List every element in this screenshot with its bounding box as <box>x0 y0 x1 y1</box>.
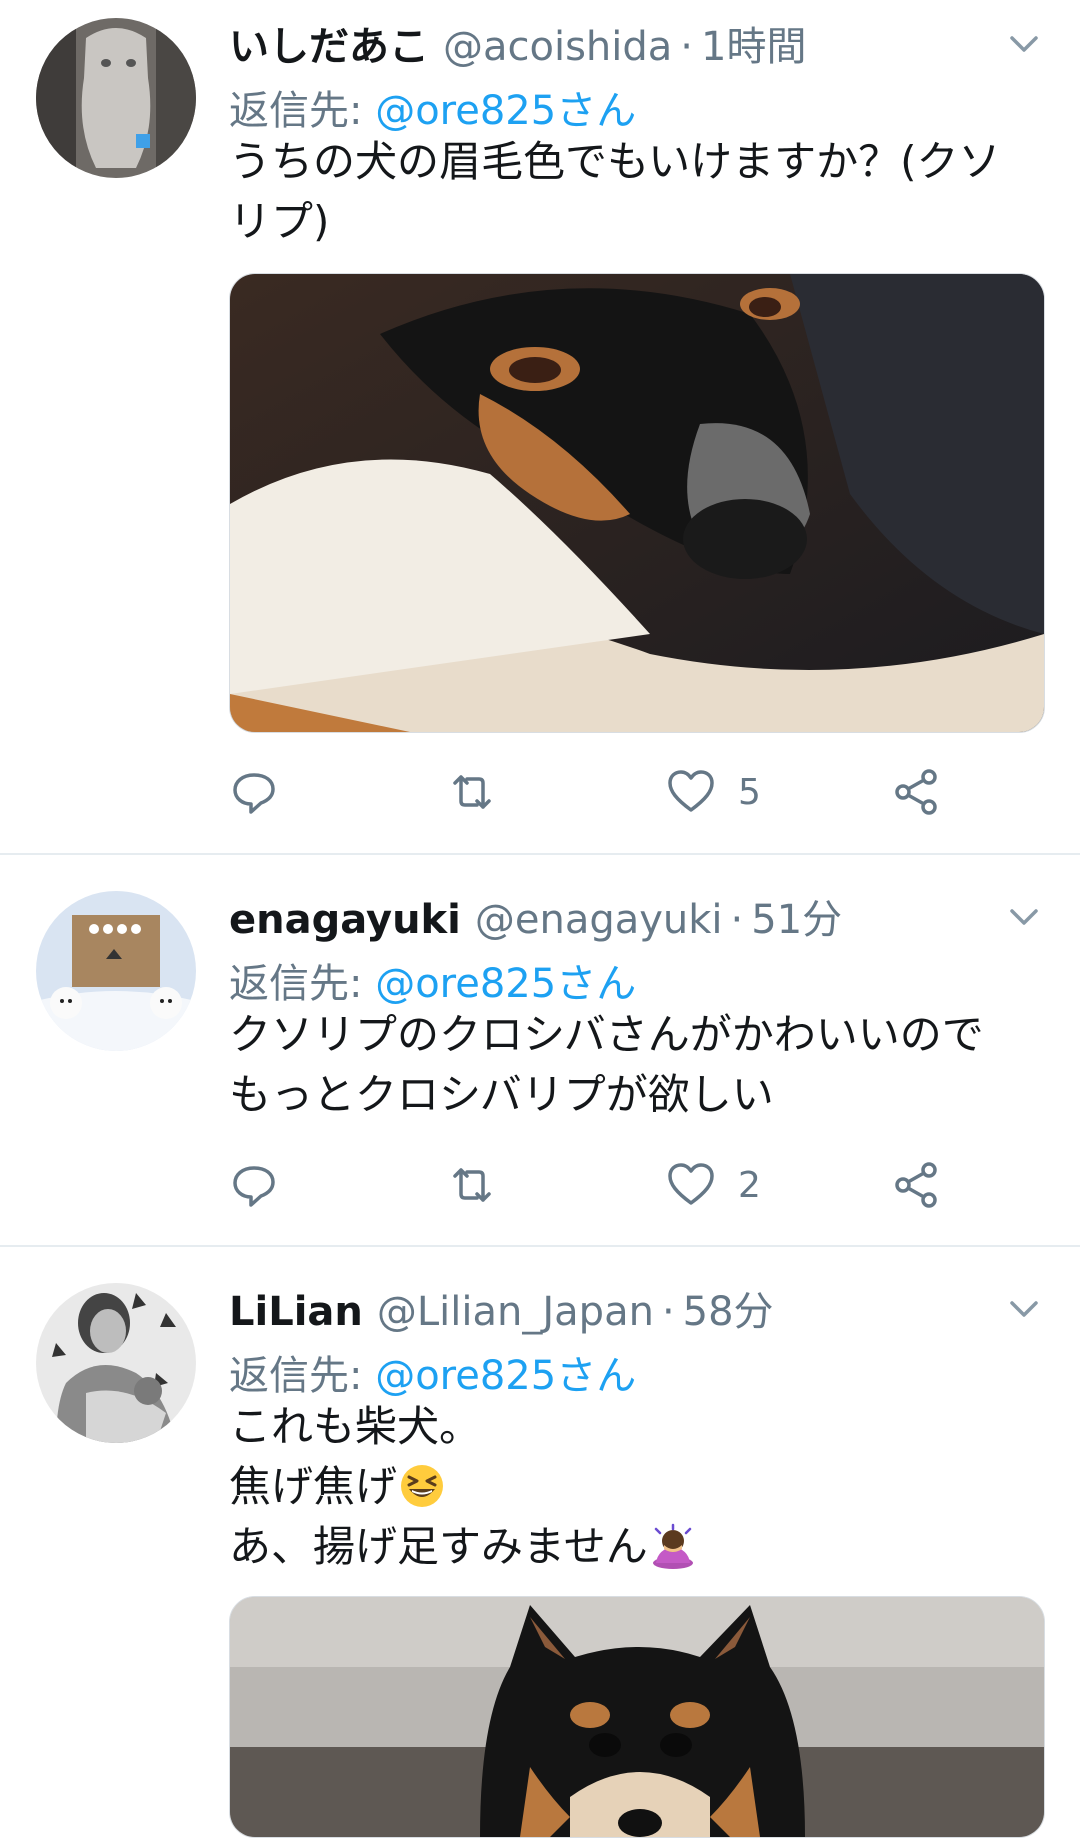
reply-mention-link[interactable]: @ore825さん <box>375 961 636 1007</box>
timestamp[interactable]: 58分 <box>683 1279 774 1337</box>
person-bowing-emoji <box>652 1523 693 1569</box>
tweet-text-line: これも柴犬。 <box>229 1402 482 1451</box>
avatar[interactable] <box>36 891 196 1051</box>
tweet-text: うちの犬の眉毛色でもいけますか？(クソ リプ) <box>229 132 1029 252</box>
chevron-down-icon[interactable] <box>1006 899 1042 935</box>
heart-icon <box>668 1163 714 1205</box>
tweet-text-line: リプ) <box>229 197 330 246</box>
tweet-header: LiLian @Lilian_Japan · 58分 <box>229 1279 774 1335</box>
separator-dot: · <box>730 897 744 943</box>
reply-button[interactable] <box>229 1155 279 1215</box>
reply-context: 返信先: @ore825さん <box>229 1343 636 1401</box>
timestamp[interactable]: 1時間 <box>701 14 806 72</box>
tweet-text-line: あ、揚げ足すみません <box>229 1517 1029 1577</box>
share-icon <box>895 769 937 815</box>
display-name[interactable]: enagayuki <box>229 897 461 943</box>
tweet-divider <box>0 1245 1080 1247</box>
user-handle[interactable]: @enagayuki <box>475 897 723 943</box>
like-button[interactable]: 5 <box>666 762 761 822</box>
tweet-photo[interactable] <box>229 1596 1045 1838</box>
grinning-squinting-face-emoji <box>401 1465 444 1507</box>
retweet-icon <box>453 1168 491 1202</box>
share-button[interactable] <box>891 1155 941 1215</box>
display-name[interactable]: LiLian <box>229 1289 363 1335</box>
share-icon <box>895 1162 937 1208</box>
reply-prefix: 返信先: <box>229 1353 376 1399</box>
tweet-text-line: もっとクロシバリプが欲しい <box>229 1070 774 1119</box>
tweet-text: これも柴犬。 焦げ焦げ あ、揚げ足すみません <box>229 1397 1029 1577</box>
reply-context: 返信先: @ore825さん <box>229 78 636 136</box>
reply-context: 返信先: @ore825さん <box>229 951 636 1009</box>
tweet-text-line: うちの犬の眉毛色でもいけますか？(クソ <box>229 137 1001 186</box>
heart-icon <box>668 770 714 812</box>
reply-prefix: 返信先: <box>229 88 376 134</box>
tweet-3[interactable]: LiLian @Lilian_Japan · 58分 返信先: @ore825さ… <box>0 1265 1080 1838</box>
user-handle[interactable]: @Lilian_Japan <box>377 1289 654 1335</box>
retweet-icon <box>453 775 491 809</box>
chevron-down-icon[interactable] <box>1006 26 1042 62</box>
timestamp[interactable]: 51分 <box>751 887 842 945</box>
like-count: 5 <box>738 771 761 813</box>
like-button[interactable]: 2 <box>666 1155 761 1215</box>
display-name[interactable]: いしだあこ <box>229 14 429 72</box>
tweet-1[interactable]: いしだあこ @acoishida · 1時間 返信先: @ore825さん うち… <box>0 0 1080 854</box>
tweet-text-segment: 焦げ焦げ <box>229 1462 398 1511</box>
separator-dot: · <box>661 1289 675 1335</box>
tweet-text-line: 焦げ焦げ <box>229 1457 1029 1517</box>
tweet-actions: 5 <box>229 762 989 822</box>
tweet-photo[interactable] <box>229 273 1045 733</box>
tweet-2[interactable]: enagayuki @enagayuki · 51分 返信先: @ore825さ… <box>0 873 1080 1245</box>
tweet-divider <box>0 853 1080 855</box>
chevron-down-icon[interactable] <box>1006 1291 1042 1327</box>
reply-mention-link[interactable]: @ore825さん <box>375 88 636 134</box>
reply-icon <box>233 1166 275 1207</box>
tweet-header: いしだあこ @acoishida · 1時間 <box>229 14 806 70</box>
tweet-actions: 2 <box>229 1155 989 1215</box>
reply-icon <box>233 773 275 814</box>
like-count: 2 <box>738 1164 761 1206</box>
retweet-button[interactable] <box>447 762 497 822</box>
avatar[interactable] <box>36 1283 196 1443</box>
reply-prefix: 返信先: <box>229 961 376 1007</box>
avatar[interactable] <box>36 18 196 178</box>
tweet-text-line: クソリプのクロシバさんがかわいいので <box>229 1010 984 1059</box>
tweet-text: クソリプのクロシバさんがかわいいので もっとクロシバリプが欲しい <box>229 1005 1029 1125</box>
tweet-text-segment: あ、揚げ足すみません <box>229 1522 648 1571</box>
separator-dot: · <box>680 24 694 70</box>
reply-mention-link[interactable]: @ore825さん <box>375 1353 636 1399</box>
share-button[interactable] <box>891 762 941 822</box>
retweet-button[interactable] <box>447 1155 497 1215</box>
reply-button[interactable] <box>229 762 279 822</box>
tweet-header: enagayuki @enagayuki · 51分 <box>229 887 842 943</box>
user-handle[interactable]: @acoishida <box>443 24 672 70</box>
